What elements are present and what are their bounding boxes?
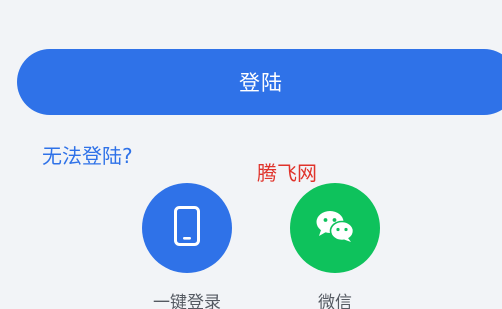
one-click-login-label: 一键登录 [153, 293, 221, 309]
wechat-label: 微信 [318, 293, 352, 309]
wechat-icon [315, 209, 355, 247]
watermark-text: 腾飞网 [257, 161, 317, 185]
login-page: 登陆 无法登陆? 腾飞网 一键登录 微信 [0, 0, 502, 309]
login-button-label: 登陆 [239, 71, 283, 95]
phone-icon [174, 206, 200, 250]
wechat-login-option[interactable]: 微信 [290, 183, 380, 309]
wechat-login-button[interactable] [290, 183, 380, 273]
login-button[interactable]: 登陆 [17, 49, 502, 115]
cannot-login-link[interactable]: 无法登陆? [42, 140, 133, 169]
one-click-login-button[interactable] [142, 183, 232, 273]
one-click-login-option[interactable]: 一键登录 [142, 183, 232, 309]
